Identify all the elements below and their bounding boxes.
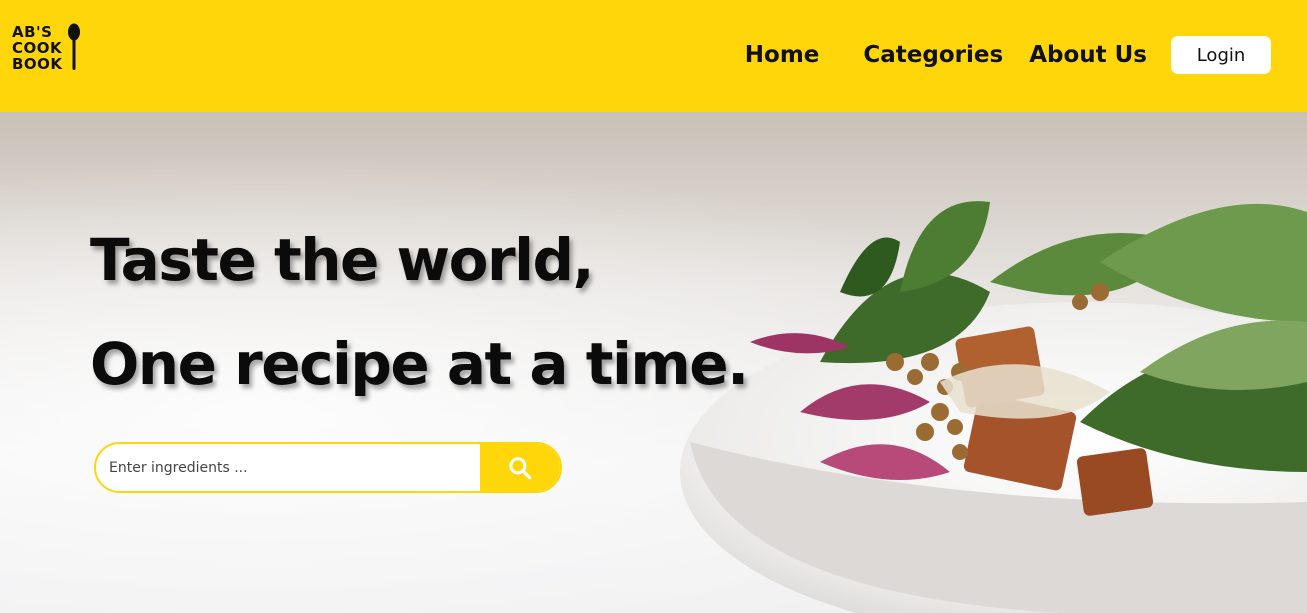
site-logo[interactable]: AB'S COOK BOOK bbox=[12, 22, 94, 74]
spoon-icon bbox=[67, 23, 80, 70]
nav-link-about-us[interactable]: About Us bbox=[1029, 34, 1147, 76]
hero-section: Taste the world, One recipe at a time. bbox=[0, 112, 1307, 613]
logo-line-1: AB'S bbox=[12, 23, 53, 41]
logo-wordmark: AB'S COOK BOOK bbox=[12, 24, 63, 72]
login-button[interactable]: Login bbox=[1171, 36, 1271, 74]
nav-link-home[interactable]: Home bbox=[745, 34, 820, 76]
nav-link-categories[interactable]: Categories bbox=[863, 34, 1003, 76]
search-icon bbox=[509, 456, 532, 479]
top-navbar: AB'S COOK BOOK Home Categories About Us … bbox=[0, 0, 1307, 112]
ingredient-search-input[interactable] bbox=[96, 444, 480, 491]
main-navigation: Home Categories About Us Login bbox=[745, 34, 1271, 76]
hero-headline-line-2: One recipe at a time. bbox=[90, 330, 749, 398]
hero-headline-line-1: Taste the world, bbox=[90, 226, 595, 294]
salad-bowl-image bbox=[680, 201, 1307, 613]
logo-line-2: COOK bbox=[12, 39, 63, 57]
ingredient-search-bar bbox=[94, 442, 562, 493]
search-button[interactable] bbox=[480, 444, 560, 491]
logo-line-3: BOOK bbox=[12, 55, 63, 73]
